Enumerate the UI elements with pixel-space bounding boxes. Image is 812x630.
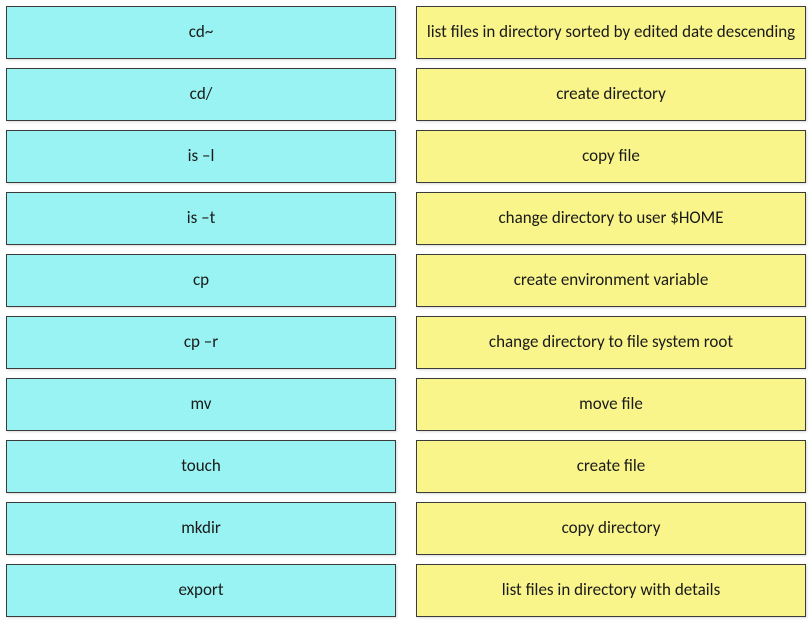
- description-card[interactable]: copy directory: [416, 502, 806, 555]
- match-container: cd~ cd/ is –l is –t cp cp –r mv touch mk…: [6, 6, 806, 617]
- command-card[interactable]: touch: [6, 440, 396, 493]
- command-card[interactable]: cp –r: [6, 316, 396, 369]
- description-card[interactable]: create directory: [416, 68, 806, 121]
- description-card[interactable]: copy file: [416, 130, 806, 183]
- description-card[interactable]: change directory to file system root: [416, 316, 806, 369]
- description-card[interactable]: change directory to user $HOME: [416, 192, 806, 245]
- description-card[interactable]: list files in directory with details: [416, 564, 806, 617]
- command-card[interactable]: export: [6, 564, 396, 617]
- command-card[interactable]: cd~: [6, 6, 396, 59]
- right-column: list files in directory sorted by edited…: [416, 6, 806, 617]
- command-card[interactable]: is –t: [6, 192, 396, 245]
- left-column: cd~ cd/ is –l is –t cp cp –r mv touch mk…: [6, 6, 396, 617]
- command-card[interactable]: is –l: [6, 130, 396, 183]
- description-card[interactable]: create environment variable: [416, 254, 806, 307]
- description-card[interactable]: create file: [416, 440, 806, 493]
- command-card[interactable]: cp: [6, 254, 396, 307]
- command-card[interactable]: mv: [6, 378, 396, 431]
- command-card[interactable]: cd/: [6, 68, 396, 121]
- command-card[interactable]: mkdir: [6, 502, 396, 555]
- description-card[interactable]: list files in directory sorted by edited…: [416, 6, 806, 59]
- description-card[interactable]: move file: [416, 378, 806, 431]
